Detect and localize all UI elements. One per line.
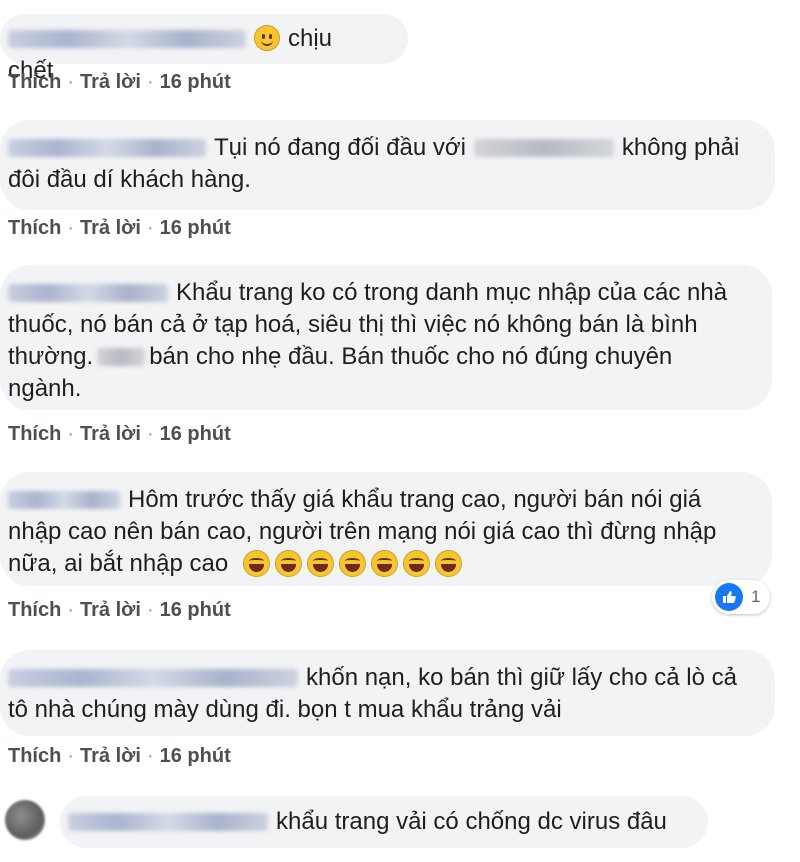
laughing-emoji-group bbox=[242, 550, 467, 577]
like-link[interactable]: Thích bbox=[8, 599, 61, 621]
commenter-name-blurred[interactable] bbox=[8, 669, 298, 687]
redacted-text-blurred bbox=[97, 348, 146, 366]
comment-text: nhập cao nên bán cao, người trên mạng nó… bbox=[8, 518, 717, 545]
comment-text: Hôm trước thấy giá khẩu trang cao, người… bbox=[128, 486, 702, 513]
like-link[interactable]: Thích bbox=[8, 217, 61, 239]
comment-text: bán cho nhẹ đầu. Bán thuốc cho nó đúng c… bbox=[149, 343, 673, 370]
laughing-emoji-icon bbox=[402, 550, 430, 577]
mentioned-name-blurred bbox=[473, 139, 614, 157]
commenter-name-blurred[interactable] bbox=[68, 813, 268, 831]
reply-link[interactable]: Trả lời bbox=[80, 745, 141, 767]
comment-actions: Thích · Trả lời · 16 phút bbox=[8, 423, 231, 445]
comment-text: tô nhà chúng mày dùng đi. bọn t mua khẩu… bbox=[8, 696, 562, 723]
comment-bubble: khẩu trang vải có chống dc virus đâu bbox=[60, 796, 708, 848]
reaction-count: 1 bbox=[751, 587, 761, 606]
laughing-emoji-icon bbox=[274, 550, 302, 577]
comment-bubble: Khẩu trang ko có trong danh mục nhập của… bbox=[0, 265, 772, 410]
timestamp[interactable]: 16 phút bbox=[160, 71, 231, 93]
laughing-emoji-icon bbox=[370, 550, 398, 577]
like-link[interactable]: Thích bbox=[8, 423, 61, 445]
like-icon bbox=[715, 583, 743, 611]
comment-text: thuốc, nó bán cả ở tạp hoá, siêu thị thì… bbox=[8, 311, 698, 338]
comment-bubble: Tụi nó đang đối đầu với không phải đôi đầ… bbox=[0, 120, 775, 210]
comment-actions: Thích · Trả lời · 16 phút bbox=[8, 745, 231, 767]
laughing-emoji-icon bbox=[306, 550, 334, 577]
comment-text: nữa, ai bắt nhập cao bbox=[8, 550, 229, 577]
avatar[interactable] bbox=[5, 800, 45, 840]
reaction-count-badge[interactable]: 1 bbox=[712, 580, 770, 614]
laughing-emoji-icon bbox=[338, 550, 366, 577]
comment-text: Tụi nó đang đối đầu với bbox=[214, 134, 466, 161]
comment-bubble: khốn nạn, ko bán thì giữ lấy cho cả lò c… bbox=[0, 650, 775, 736]
comment-text: khốn nạn, ko bán thì giữ lấy cho cả lò c… bbox=[306, 664, 738, 691]
comment-actions: Thích · Trả lời · 16 phút bbox=[8, 599, 231, 621]
comment-text: đôi đầu dí khách hàng. bbox=[8, 166, 251, 193]
commenter-name-blurred[interactable] bbox=[8, 491, 120, 509]
timestamp[interactable]: 16 phút bbox=[160, 599, 231, 621]
timestamp[interactable]: 16 phút bbox=[160, 745, 231, 767]
reply-link[interactable]: Trả lời bbox=[80, 217, 141, 239]
comment-text: thường. bbox=[8, 343, 94, 370]
comment-bubble: chịu chết bbox=[0, 14, 408, 84]
comment-text: không phải bbox=[621, 134, 740, 161]
comment-bubble: Hôm trước thấy giá khẩu trang cao, người… bbox=[0, 472, 772, 586]
timestamp[interactable]: 16 phút bbox=[160, 423, 231, 445]
commenter-name-blurred[interactable] bbox=[8, 284, 168, 302]
comment-text: Khẩu trang ko có trong danh mục nhập của… bbox=[176, 279, 728, 306]
like-link[interactable]: Thích bbox=[8, 71, 61, 93]
comment-actions: Thích · Trả lời · 16 phút bbox=[8, 217, 231, 239]
comment-text: khẩu trang vải có chống dc virus đâu bbox=[276, 808, 667, 835]
slightly-smiling-emoji-icon bbox=[254, 25, 280, 51]
reply-link[interactable]: Trả lời bbox=[80, 71, 141, 93]
laughing-emoji-icon bbox=[434, 550, 462, 577]
timestamp[interactable]: 16 phút bbox=[160, 217, 231, 239]
reply-link[interactable]: Trả lời bbox=[80, 599, 141, 621]
laughing-emoji-icon bbox=[242, 550, 270, 577]
like-link[interactable]: Thích bbox=[8, 745, 61, 767]
comment-text: ngành. bbox=[8, 375, 82, 402]
commenter-name-blurred[interactable] bbox=[8, 139, 206, 157]
reply-link[interactable]: Trả lời bbox=[80, 423, 141, 445]
comment-actions: Thích · Trả lời · 16 phút bbox=[8, 71, 231, 93]
commenter-name-blurred[interactable] bbox=[8, 30, 246, 48]
